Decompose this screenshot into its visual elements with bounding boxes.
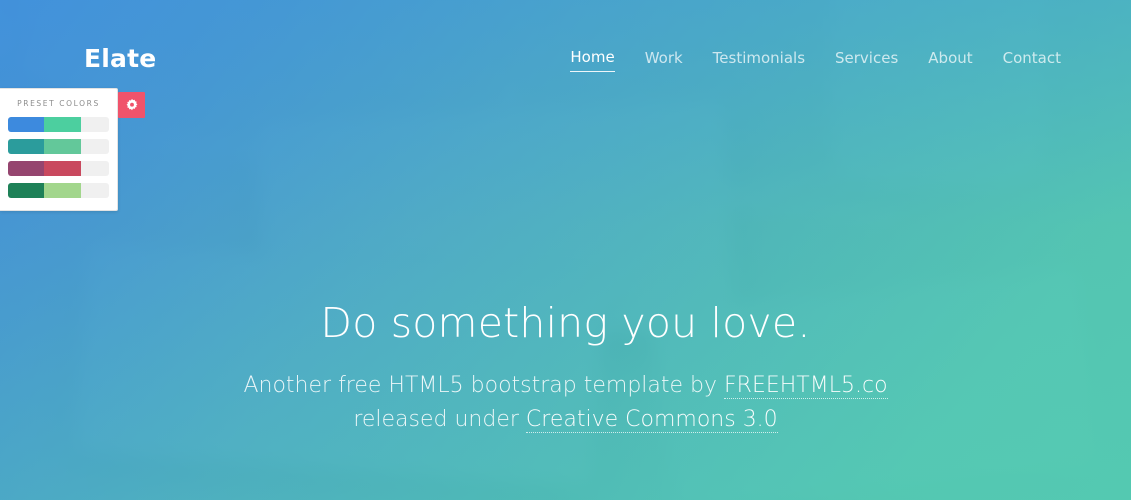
swatch-segment-primary [8, 183, 45, 198]
swatch-segment-neutral [80, 183, 109, 198]
hero-link-creative-commons[interactable]: Creative Commons 3.0 [525, 406, 778, 433]
nav-item-testimonials[interactable]: Testimonials [713, 49, 805, 72]
swatch-segment-primary [8, 117, 45, 132]
swatch-segment-secondary [44, 161, 81, 176]
gear-icon [125, 98, 139, 112]
preset-swatch-purple-red[interactable] [8, 161, 109, 176]
nav-item-work[interactable]: Work [645, 49, 683, 72]
preset-colors-title: PRESET COLORS [17, 99, 100, 108]
preset-swatch-green-lime[interactable] [8, 183, 109, 198]
swatch-segment-neutral [80, 139, 109, 154]
preset-colors-toggle-button[interactable] [118, 92, 145, 118]
page-root: Elate Home Work Testimonials Services Ab… [0, 0, 1131, 500]
nav-item-contact[interactable]: Contact [1003, 49, 1061, 72]
hero-subtitle: Another free HTML5 bootstrap template by… [40, 369, 1091, 436]
preset-colors-panel: PRESET COLORS [0, 88, 118, 211]
swatch-segment-secondary [44, 183, 81, 198]
site-logo[interactable]: Elate [84, 46, 156, 71]
hero-subtitle-line1-text: Another free HTML5 bootstrap template by [243, 373, 725, 399]
main-navigation: Home Work Testimonials Services About Co… [570, 48, 1061, 72]
nav-item-services[interactable]: Services [835, 49, 898, 72]
hero-section: Do something you love. Another free HTML… [0, 299, 1131, 436]
nav-item-about[interactable]: About [928, 49, 972, 72]
hero-link-freehtml5[interactable]: FREEHTML5.co [724, 373, 888, 400]
hero-title: Do something you love. [320, 299, 811, 347]
hero-subtitle-line2-text: released under [353, 406, 526, 432]
nav-item-home[interactable]: Home [570, 48, 615, 72]
site-header: Elate Home Work Testimonials Services Ab… [0, 0, 1131, 110]
swatch-segment-primary [8, 139, 45, 154]
swatch-segment-secondary [44, 139, 81, 154]
swatch-segment-neutral [80, 117, 109, 132]
preset-swatch-teal-green[interactable] [8, 139, 109, 154]
preset-colors-widget: PRESET COLORS [0, 88, 145, 211]
swatch-segment-secondary [44, 117, 81, 132]
swatch-segment-neutral [80, 161, 109, 176]
swatch-segment-primary [8, 161, 45, 176]
preset-swatch-blue-green[interactable] [8, 117, 109, 132]
